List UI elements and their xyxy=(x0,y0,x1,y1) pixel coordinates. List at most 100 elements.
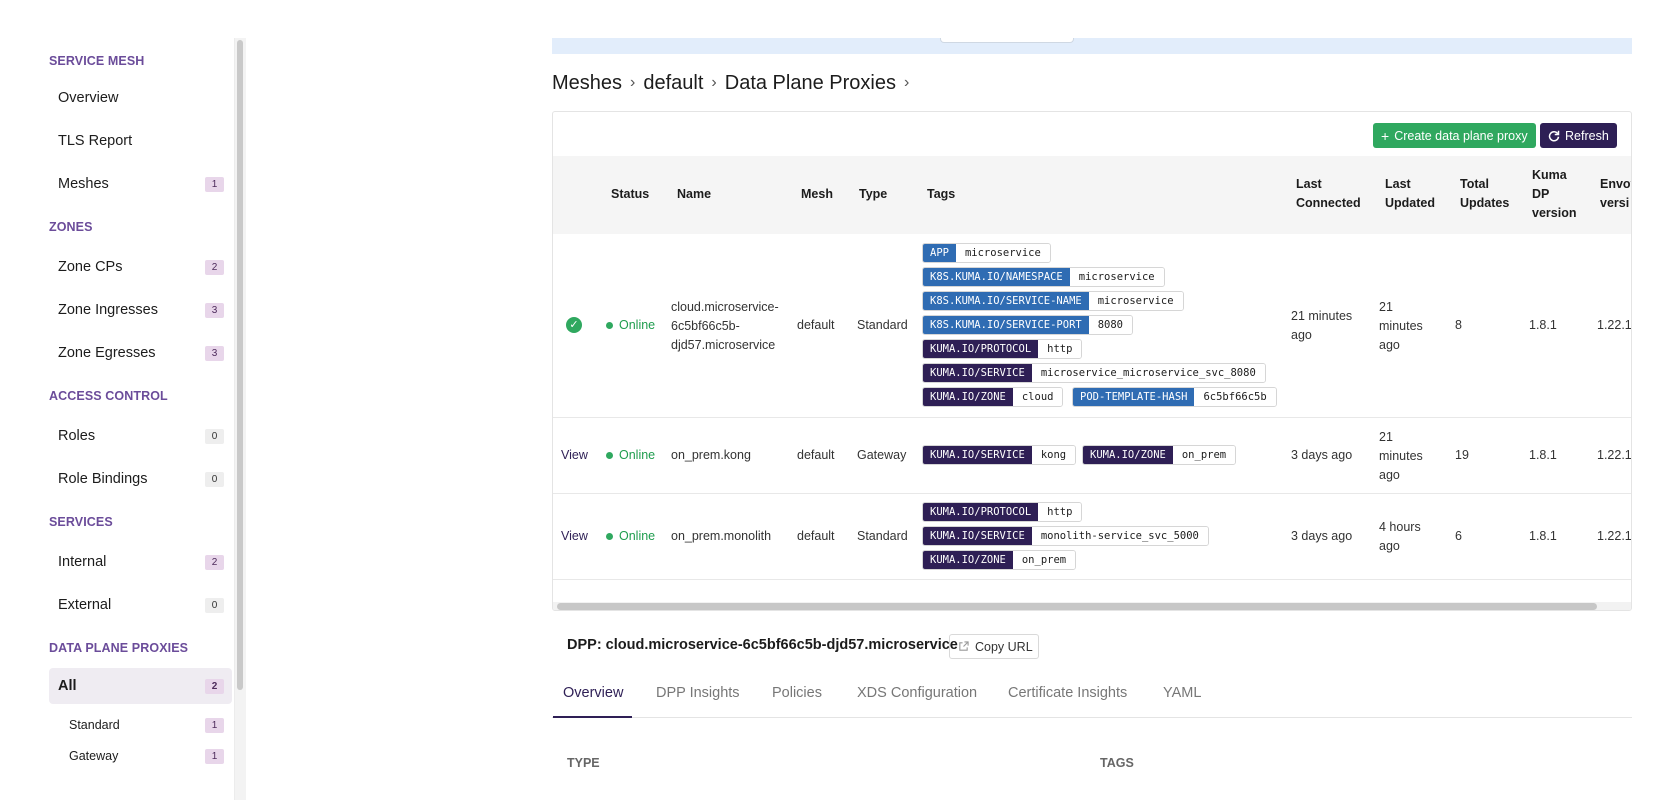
sidebar-item-all[interactable]: All 2 xyxy=(49,668,232,704)
tab-certificate-insights[interactable]: Certificate Insights xyxy=(1008,685,1127,701)
sidebar-item-label: Zone Ingresses xyxy=(58,302,158,318)
table-row[interactable]: View Online on_prem.kong default Gateway… xyxy=(553,418,1631,494)
cell-line: minutes xyxy=(1379,449,1423,463)
tag-value: on_prem xyxy=(1172,446,1236,464)
tag-key: KUMA.IO/SERVICE xyxy=(923,364,1032,382)
tab-overview[interactable]: Overview xyxy=(563,685,623,701)
sidebar-item-label: Standard xyxy=(69,718,120,732)
sidebar-item-gateway[interactable]: Gateway 1 xyxy=(60,742,232,770)
tag: APP microservice xyxy=(922,243,1051,263)
sidebar-item-label: TLS Report xyxy=(58,133,133,149)
last-connected-cell: 21 minutes ago xyxy=(1291,307,1352,345)
tag-value: http xyxy=(1038,340,1082,358)
table-scrollbar-thumb[interactable] xyxy=(557,603,1597,610)
tag: K8S.KUMA.IO/NAMESPACE microservice xyxy=(922,267,1165,287)
column-header-envoy-version[interactable]: Envoy versi xyxy=(1600,175,1631,213)
count-badge: 2 xyxy=(205,259,224,275)
column-header-last-connected[interactable]: Last Connected xyxy=(1296,175,1361,213)
info-banner xyxy=(552,38,1632,54)
sidebar-item-meshes[interactable]: Meshes 1 xyxy=(49,166,232,202)
breadcrumb-meshes[interactable]: Meshes xyxy=(552,72,622,95)
create-data-plane-proxy-button[interactable]: + Create data plane proxy xyxy=(1373,123,1536,148)
column-header-mesh[interactable]: Mesh xyxy=(801,185,833,204)
tag-value: http xyxy=(1038,503,1082,521)
table-row[interactable]: ✓ Online cloud.microservice- 6c5bf66c5b-d… xyxy=(553,234,1631,418)
sidebar-item-overview[interactable]: Overview xyxy=(49,80,232,116)
count-badge: 0 xyxy=(205,471,224,487)
sidebar-item-standard[interactable]: Standard 1 xyxy=(60,711,232,739)
mesh-cell: default xyxy=(797,318,835,332)
column-header-total-updates[interactable]: Total Updates xyxy=(1460,175,1509,213)
count-badge: 3 xyxy=(205,345,224,361)
section-title-zones: ZONES xyxy=(49,220,93,234)
sidebar-item-zone-egresses[interactable]: Zone Egresses 3 xyxy=(49,335,232,371)
cell-line: ago xyxy=(1379,338,1400,352)
kuma-dp-version-cell: 1.8.1 xyxy=(1529,529,1557,543)
copy-url-button[interactable]: Copy URL xyxy=(949,634,1039,659)
status-dot xyxy=(606,452,613,459)
detail-tabs: Overview DPP Insights Policies XDS Confi… xyxy=(552,672,1632,718)
status-text: Online xyxy=(619,529,656,543)
tag-value: microservice xyxy=(1069,268,1164,286)
sidebar-item-zone-cps[interactable]: Zone CPs 2 xyxy=(49,249,232,285)
tab-dpp-insights[interactable]: DPP Insights xyxy=(656,685,740,701)
kuma-dp-version-cell: 1.8.1 xyxy=(1529,448,1557,462)
sidebar-item-tls-report[interactable]: TLS Report xyxy=(49,123,232,159)
column-header-kuma-dp-version[interactable]: Kuma DP version xyxy=(1532,166,1576,223)
column-header-tags[interactable]: Tags xyxy=(927,185,955,204)
active-tab-indicator xyxy=(553,716,632,718)
breadcrumb-data-plane-proxies[interactable]: Data Plane Proxies xyxy=(725,72,896,95)
sidebar-item-label: All xyxy=(58,678,77,694)
column-header-name[interactable]: Name xyxy=(677,185,711,204)
status-badge: Online xyxy=(606,316,655,335)
tag-value: monolith-service_svc_5000 xyxy=(1031,527,1208,545)
sidebar-item-zone-ingresses[interactable]: Zone Ingresses 3 xyxy=(49,292,232,328)
last-updated-cell: 21 minutes ago xyxy=(1379,298,1423,355)
section-title-access-control: ACCESS CONTROL xyxy=(49,389,168,403)
view-link[interactable]: View xyxy=(561,446,588,465)
header-line: Last xyxy=(1385,177,1411,191)
sidebar-item-role-bindings[interactable]: Role Bindings 0 xyxy=(49,461,232,497)
table-row[interactable]: View Online on_prem.monolith default Sta… xyxy=(553,494,1631,580)
banner-button[interactable] xyxy=(940,38,1074,43)
view-link[interactable]: View xyxy=(561,527,588,546)
tag: KUMA.IO/SERVICE monolith-service_svc_5000 xyxy=(922,526,1209,546)
header-line: Updates xyxy=(1460,196,1510,210)
tag-key: K8S.KUMA.IO/SERVICE-NAME xyxy=(923,292,1089,310)
refresh-button[interactable]: Refresh xyxy=(1540,123,1617,148)
count-badge: 1 xyxy=(205,176,224,192)
breadcrumb-mesh-default[interactable]: default xyxy=(643,72,703,95)
cell-line: 3 days ago xyxy=(1291,448,1353,462)
column-header-status[interactable]: Status xyxy=(611,185,649,204)
sidebar-item-label: External xyxy=(58,597,112,613)
tab-policies[interactable]: Policies xyxy=(772,685,822,701)
tag-value: 8080 xyxy=(1088,316,1133,334)
tab-xds-configuration[interactable]: XDS Configuration xyxy=(857,685,977,701)
count-badge: 0 xyxy=(205,428,224,444)
column-header-type[interactable]: Type xyxy=(859,185,887,204)
name-line: on_prem.kong xyxy=(671,448,751,462)
cell-line: minutes xyxy=(1379,319,1423,333)
count-badge: 2 xyxy=(205,678,224,694)
copy-url-label: Copy URL xyxy=(975,639,1033,654)
count-badge: 0 xyxy=(205,597,224,613)
create-button-label: Create data plane proxy xyxy=(1394,128,1528,143)
status-dot xyxy=(606,322,613,329)
sidebar-item-roles[interactable]: Roles 0 xyxy=(49,418,232,454)
tag: K8S.KUMA.IO/SERVICE-NAME microservice xyxy=(922,291,1184,311)
tag-key: KUMA.IO/ZONE xyxy=(1083,446,1173,464)
sidebar: SERVICE MESH Overview TLS Report Meshes 1… xyxy=(0,38,246,800)
dpp-title: DPP: cloud.microservice-6c5bf66c5b-djd57… xyxy=(567,637,958,653)
column-header-last-updated[interactable]: Last Updated xyxy=(1385,175,1435,213)
type-cell: Standard xyxy=(857,529,908,543)
sidebar-scrollbar-thumb[interactable] xyxy=(237,40,243,690)
cell-line: ago xyxy=(1379,468,1400,482)
breadcrumb: Meshes › default › Data Plane Proxies › xyxy=(552,70,917,96)
sidebar-item-external[interactable]: External 0 xyxy=(49,587,232,623)
tag-key: K8S.KUMA.IO/NAMESPACE xyxy=(923,268,1070,286)
header-line: versi xyxy=(1600,196,1630,210)
sidebar-item-internal[interactable]: Internal 2 xyxy=(49,544,232,580)
type-cell: Standard xyxy=(857,318,908,332)
sidebar-item-label: Role Bindings xyxy=(58,471,148,487)
tab-yaml[interactable]: YAML xyxy=(1163,685,1201,701)
